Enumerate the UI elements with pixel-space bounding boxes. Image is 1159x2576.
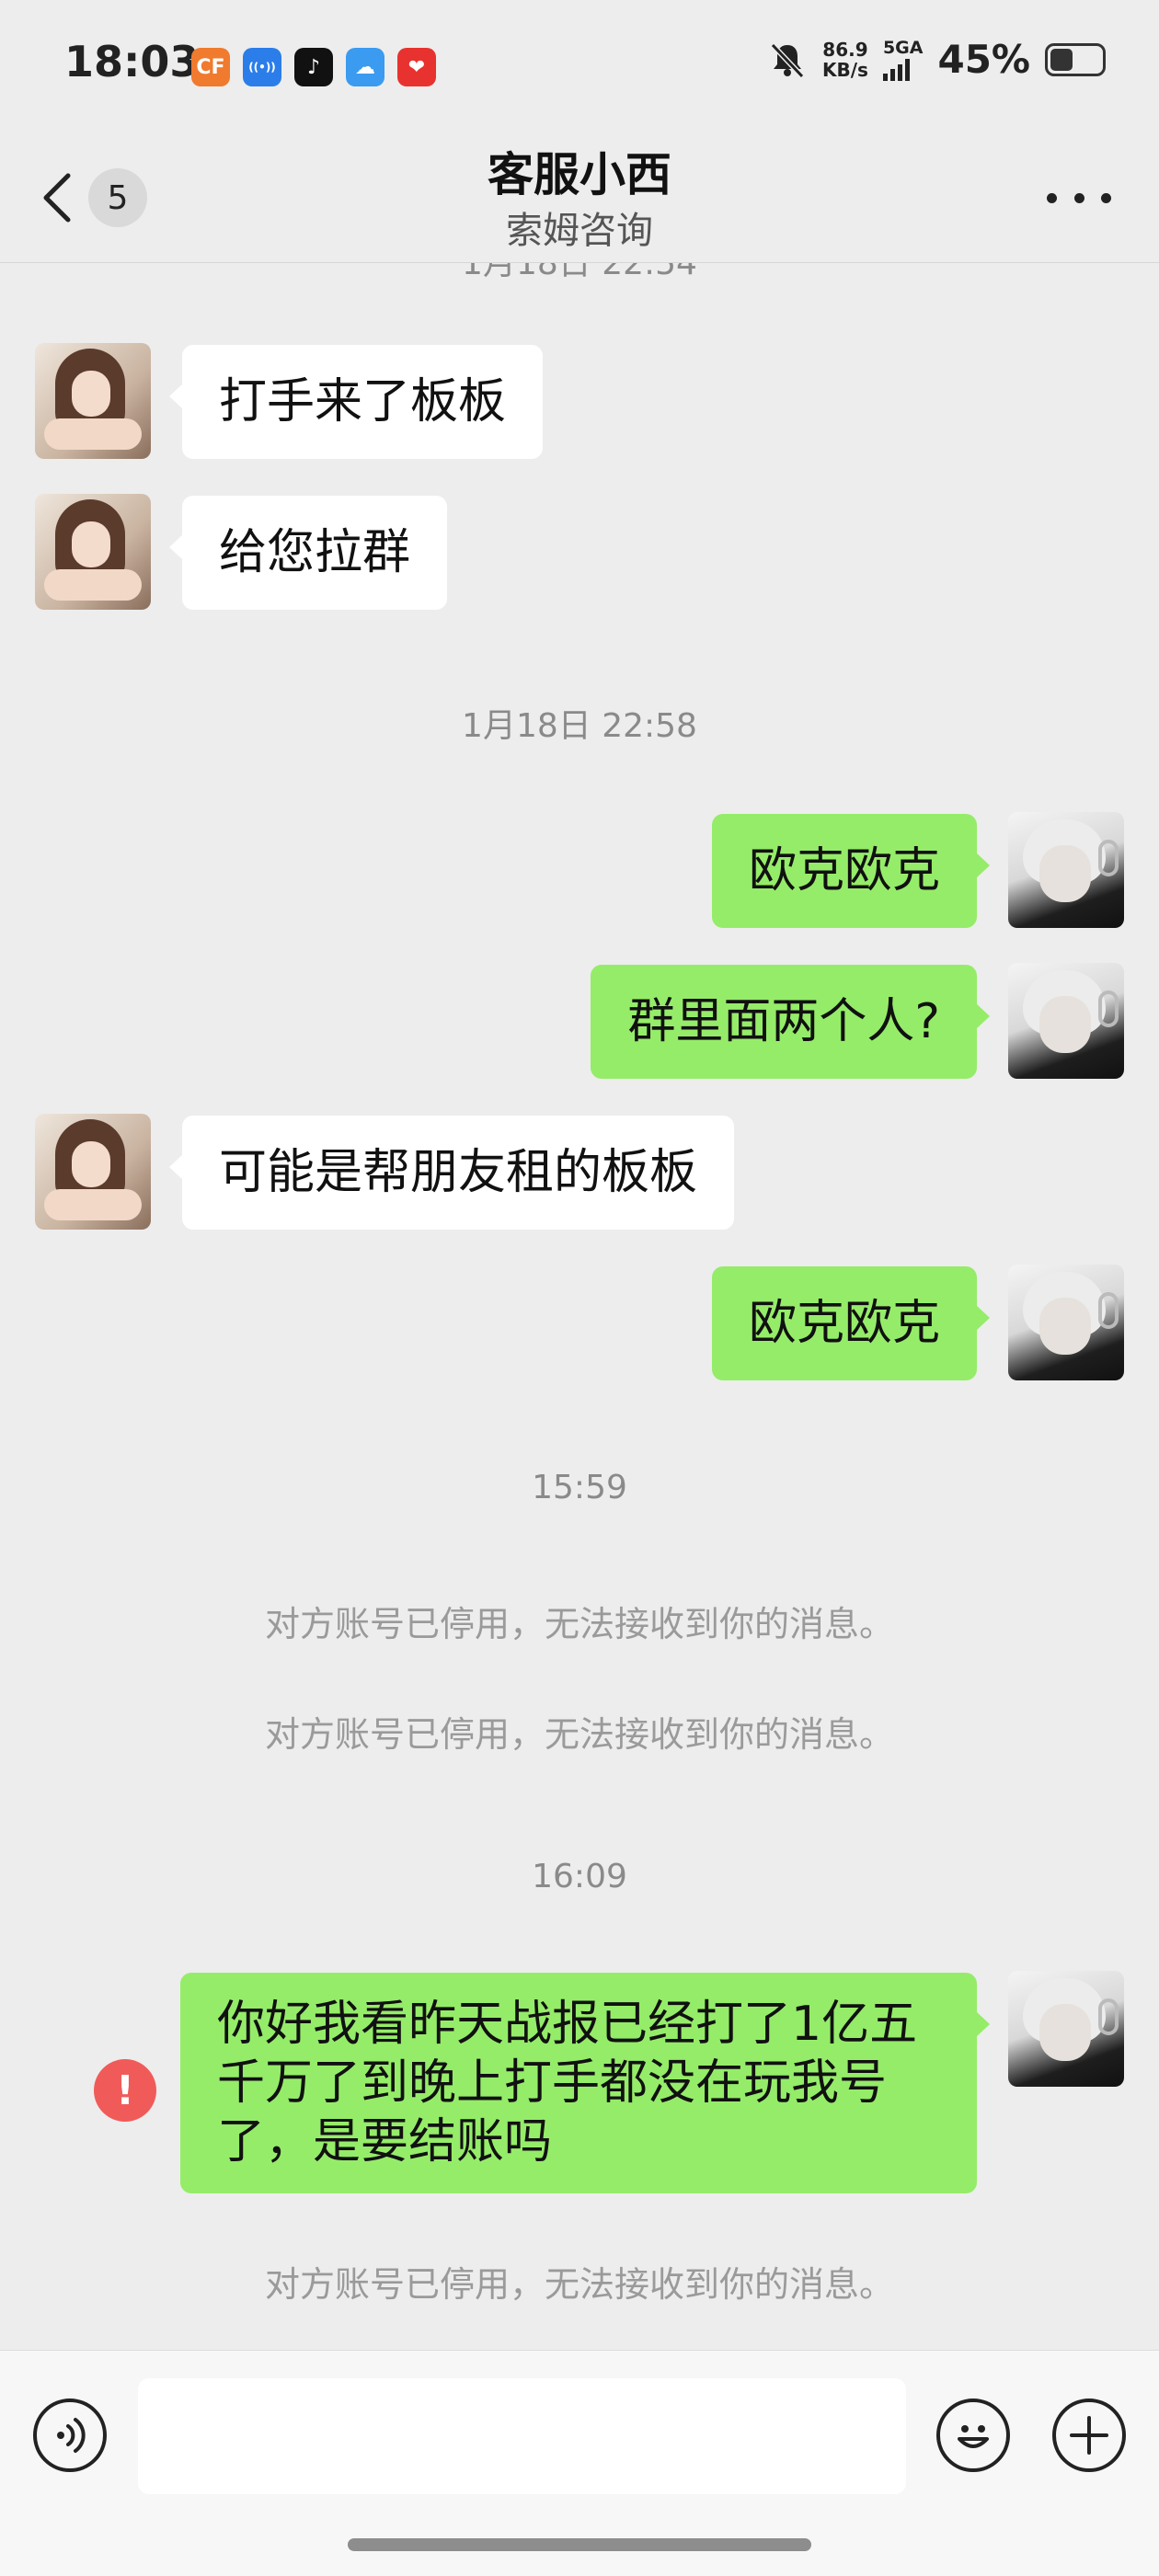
timestamp: 16:09: [532, 1858, 627, 1895]
message-bubble-sent[interactable]: 你好我看昨天战报已经打了1亿五千万了到晚上打手都没在玩我号了，是要结账吗: [180, 1973, 990, 2193]
message-bubble-received[interactable]: 打手来了板板: [168, 345, 544, 459]
system-message: 对方账号已停用，无法接收到你的消息。: [264, 1604, 894, 1644]
home-indicator[interactable]: [348, 2538, 811, 2551]
speed-value: 86.9: [822, 38, 868, 61]
timestamp: 1月18日 22:54: [462, 262, 697, 282]
status-right: 86.9 KB/s 5GA 45%: [767, 37, 1106, 82]
battery-percent: 45%: [937, 37, 1030, 82]
plus-icon: [1070, 2416, 1108, 2455]
timestamp: 15:59: [532, 1469, 627, 1506]
battery-fill: [1050, 48, 1073, 71]
radio-app-icon: ((•)): [243, 48, 281, 86]
my-avatar[interactable]: [1008, 1971, 1124, 2087]
signal-group: 5GA: [882, 37, 924, 81]
network-type: 5GA: [882, 37, 924, 58]
message-bubble-received[interactable]: 给您拉群: [168, 496, 448, 610]
more-options-button[interactable]: [1047, 175, 1111, 221]
speed-unit: KB/s: [821, 58, 868, 81]
status-time: 18:03: [64, 37, 200, 86]
my-avatar[interactable]: [1008, 812, 1124, 928]
my-avatar[interactable]: [1008, 1265, 1124, 1380]
weather-icon: ☁: [346, 48, 384, 86]
voice-input-button[interactable]: [33, 2399, 107, 2472]
message-bubble-sent[interactable]: 欧克欧克: [711, 1266, 991, 1380]
chat-title: 客服小西: [488, 148, 671, 201]
tiktok-icon: ♪: [294, 48, 333, 86]
contact-avatar[interactable]: [35, 1114, 151, 1230]
status-bar: 18:03 CF ((•)) ♪ ☁ ❤ 86.9 KB/s 5GA 45%: [0, 0, 1159, 138]
send-failed-icon[interactable]: !: [94, 2059, 156, 2122]
battery-icon: [1045, 42, 1106, 76]
game-app-icon: CF: [191, 48, 230, 86]
voice-icon: [57, 2418, 86, 2453]
system-message: 对方账号已停用，无法接收到你的消息。: [264, 1714, 894, 1755]
timestamp: 1月18日 22:58: [462, 707, 697, 745]
network-speed: 86.9 KB/s: [822, 40, 868, 80]
contact-avatar[interactable]: [35, 494, 151, 610]
message-bubble-sent[interactable]: 群里面两个人?: [591, 965, 990, 1079]
message-bubble-received[interactable]: 可能是帮朋友租的板板: [168, 1116, 735, 1230]
emoji-button[interactable]: [936, 2399, 1010, 2472]
my-avatar[interactable]: [1008, 963, 1124, 1079]
chat-subtitle: 索姆咨询: [506, 210, 653, 252]
mute-bell-icon: [770, 42, 805, 78]
signal-bars-icon: [882, 57, 924, 81]
smiley-icon: [958, 2425, 989, 2448]
message-input[interactable]: [138, 2378, 906, 2494]
chat-header: 5 客服小西 索姆咨询: [0, 129, 1159, 263]
contact-avatar[interactable]: [35, 343, 151, 459]
message-bubble-sent[interactable]: 欧克欧克: [711, 814, 991, 928]
system-message: 对方账号已停用，无法接收到你的消息。: [264, 2264, 894, 2305]
more-functions-button[interactable]: [1052, 2399, 1126, 2472]
message-list[interactable]: 1月18日 22:54 打手来了板板 给您拉群 1月18日 22:58 欧克欧克…: [0, 262, 1159, 2350]
health-app-icon: ❤: [397, 48, 436, 86]
status-app-icons: CF ((•)) ♪ ☁ ❤: [191, 48, 436, 86]
